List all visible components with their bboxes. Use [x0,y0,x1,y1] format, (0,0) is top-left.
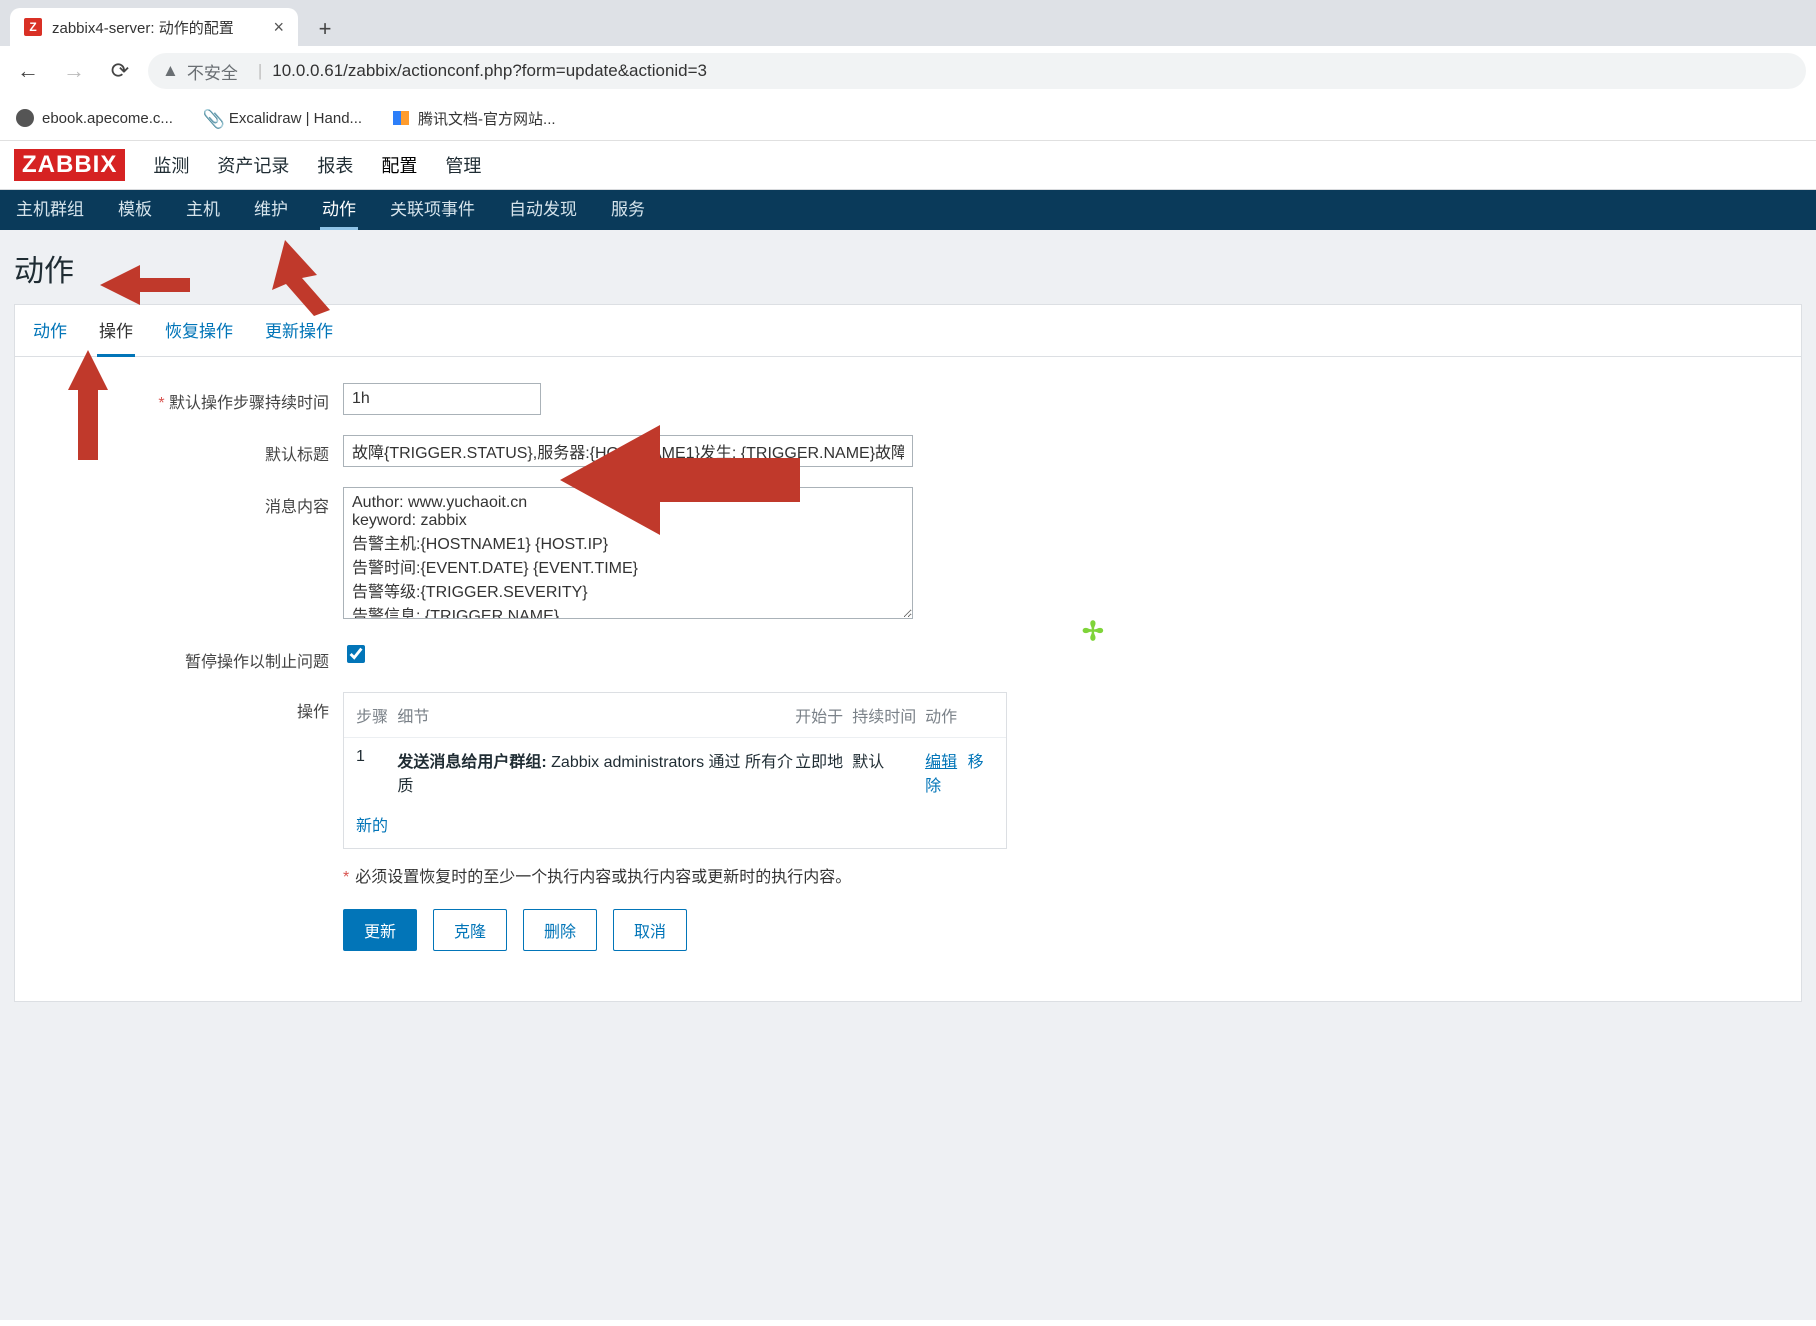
new-tab-button[interactable]: + [308,12,342,46]
bookmark-tencent-docs[interactable]: 腾讯文档-官方网站... [392,108,556,129]
zabbix-logo[interactable]: ZABBIX [14,149,125,181]
close-icon[interactable]: × [273,17,284,38]
tab-action[interactable]: 动作 [31,305,69,356]
tab-operations[interactable]: 操作 [97,305,135,357]
button-row: 更新 克隆 删除 取消 [343,909,1007,951]
ops-detail: 发送消息给用户群组: Zabbix administrators 通过 所有介质 [397,748,795,796]
pause-label: 暂停操作以制止问题 [39,642,343,672]
topnav-configuration[interactable]: 配置 [381,152,417,178]
subnav-hosts[interactable]: 主机 [184,190,222,230]
zabbix-top-nav: ZABBIX 监测 资产记录 报表 配置 管理 [0,141,1816,190]
delete-button[interactable]: 删除 [523,909,597,951]
bookmarks-bar: ebook.apecome.c... 📎 Excalidraw | Hand..… [0,96,1816,141]
subnav-services[interactable]: 服务 [609,190,647,230]
ops-h-step: 步骤 [356,703,397,727]
ops-start: 立即地 [795,748,852,796]
message-textarea[interactable]: Author: www.yuchaoit.cn keyword: zabbix … [343,487,913,619]
update-button[interactable]: 更新 [343,909,417,951]
operations-form: 默认操作步骤持续时间 默认标题 消息内容 Author: www.yuchaoi… [15,357,1801,1001]
duration-input[interactable] [343,383,541,415]
zabbix-favicon-icon: Z [24,18,42,36]
subnav-actions[interactable]: 动作 [320,190,358,230]
docs-icon [392,109,410,127]
ops-step: 1 [356,748,397,796]
tab-title: zabbix4-server: 动作的配置 [52,17,263,38]
forward-button[interactable]: → [56,53,92,89]
zabbix-sub-nav: 主机群组 模板 主机 维护 动作 关联项事件 自动发现 服务 [0,190,1816,230]
clone-button[interactable]: 克隆 [433,909,507,951]
page-body: 动作 动作 操作 恢复操作 更新操作 默认操作步骤持续时间 默认标题 消 [0,230,1816,1320]
ops-header-row: 步骤 细节 开始于 持续时间 动作 [344,693,1006,738]
tab-strip: Z zabbix4-server: 动作的配置 × + [0,0,1816,46]
subnav-maintenance[interactable]: 维护 [252,190,290,230]
subnav-templates[interactable]: 模板 [116,190,154,230]
ops-h-detail: 细节 [397,703,795,727]
address-bar: ← → ⟳ ▲ 不安全 | 10.0.0.61/zabbix/actioncon… [0,46,1816,96]
ops-new-link[interactable]: 新的 [356,818,388,835]
ops-h-start: 开始于 [795,703,852,727]
config-panel: 动作 操作 恢复操作 更新操作 默认操作步骤持续时间 默认标题 消息内容 [14,304,1802,1002]
paperclip-icon: 📎 [203,109,221,127]
ops-data-row: 1 发送消息给用户群组: Zabbix administrators 通过 所有… [344,738,1006,806]
bookmark-ebook[interactable]: ebook.apecome.c... [16,109,173,127]
back-button[interactable]: ← [10,53,46,89]
panel-tabs: 动作 操作 恢复操作 更新操作 [15,305,1801,357]
security-label: 不安全 [187,59,238,84]
ops-actions: 编辑 移除 [925,748,994,796]
operations-table: 步骤 细节 开始于 持续时间 动作 1 发送消息给用户群组: Zabbix ad… [343,692,1007,849]
globe-icon [16,109,34,127]
ops-label: 操作 [39,692,343,722]
pause-checkbox[interactable] [347,645,365,663]
tab-recovery[interactable]: 恢复操作 [163,305,235,356]
tab-update[interactable]: 更新操作 [263,305,335,356]
browser-chrome: Z zabbix4-server: 动作的配置 × + ← → ⟳ ▲ 不安全 … [0,0,1816,141]
duration-label: 默认操作步骤持续时间 [39,383,343,413]
bookmark-excalidraw[interactable]: 📎 Excalidraw | Hand... [203,109,362,127]
ops-edit-link[interactable]: 编辑 [925,754,957,771]
topnav-monitoring[interactable]: 监测 [153,152,189,178]
message-label: 消息内容 [39,487,343,517]
cancel-button[interactable]: 取消 [613,909,687,951]
page-title: 动作 [14,246,1802,290]
subject-input[interactable] [343,435,913,467]
move-icon: ✢ [1082,616,1104,647]
recovery-note: *必须设置恢复时的至少一个执行内容或执行内容或更新时的执行内容。 [343,863,1007,887]
insecure-icon: ▲ [162,61,179,81]
topnav-inventory[interactable]: 资产记录 [217,152,289,178]
topnav-administration[interactable]: 管理 [445,152,481,178]
browser-tab[interactable]: Z zabbix4-server: 动作的配置 × [10,8,298,46]
subnav-discovery[interactable]: 自动发现 [507,190,579,230]
ops-duration: 默认 [852,748,925,796]
url-text: 10.0.0.61/zabbix/actionconf.php?form=upd… [272,61,707,81]
url-field[interactable]: ▲ 不安全 | 10.0.0.61/zabbix/actionconf.php?… [148,53,1806,89]
subnav-hostgroups[interactable]: 主机群组 [14,190,86,230]
reload-button[interactable]: ⟳ [102,53,138,89]
ops-h-duration: 持续时间 [852,703,925,727]
topnav-reports[interactable]: 报表 [317,152,353,178]
subject-label: 默认标题 [39,435,343,465]
ops-h-action: 动作 [925,703,994,727]
